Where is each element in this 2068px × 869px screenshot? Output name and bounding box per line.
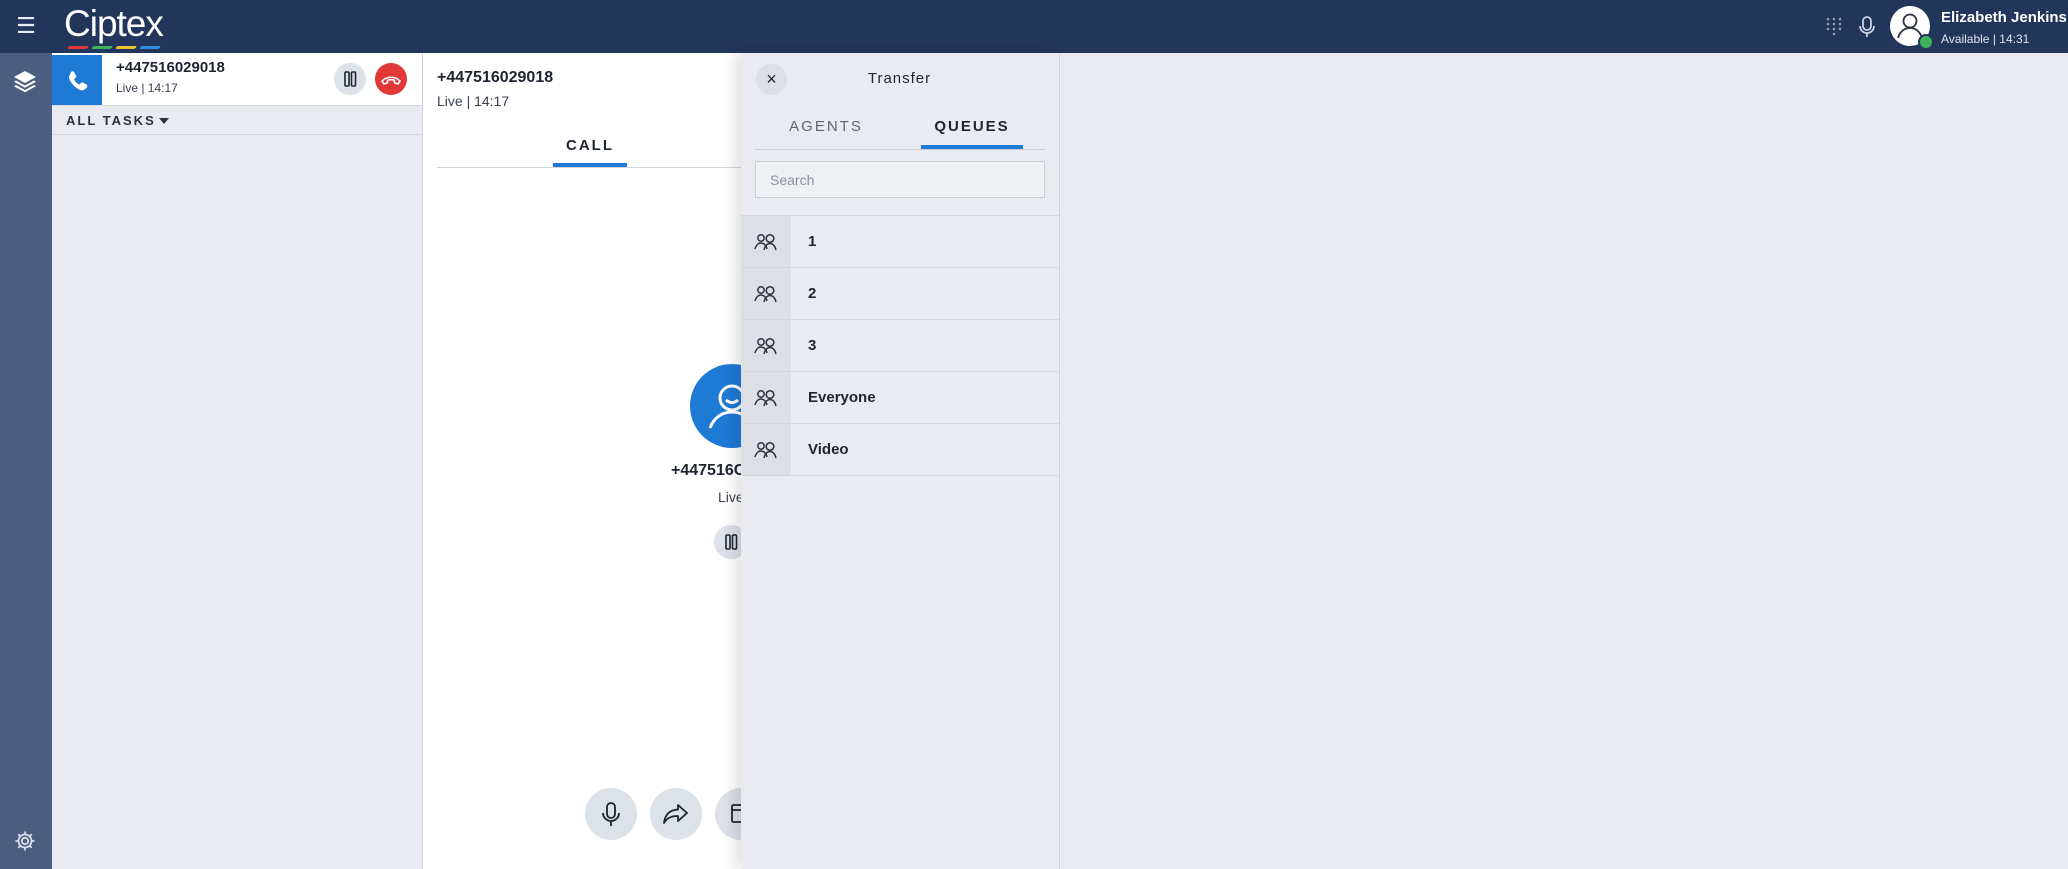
gear-icon[interactable] (13, 829, 37, 853)
logo-stripe (91, 46, 113, 49)
caller-number: +447516C (671, 462, 746, 479)
task-item[interactable] (52, 53, 422, 106)
tab-agents[interactable]: AGENTS (770, 118, 882, 135)
queue-label: Everyone (808, 389, 876, 406)
hangup-button[interactable] (375, 63, 407, 95)
pause-icon (344, 71, 357, 87)
queue-icon-cell (741, 424, 791, 475)
phone-icon (68, 71, 88, 91)
queue-icon-cell (741, 320, 791, 371)
queue-item-video[interactable]: Video (741, 423, 1059, 476)
mute-button[interactable] (585, 788, 637, 840)
layers-icon[interactable] (12, 68, 38, 94)
status-available-dot (1918, 34, 1934, 50)
workspace-empty-area (1060, 53, 2068, 869)
task-number: +447516029018 (116, 59, 225, 76)
hold-button[interactable] (334, 63, 366, 95)
dialpad-grid-icon[interactable] (1824, 16, 1844, 36)
group-icon (754, 337, 777, 354)
group-icon (754, 233, 777, 250)
call-number: +447516029018 (437, 69, 554, 86)
user-name: Elizabeth Jenkins (1941, 9, 2067, 26)
queue-item-3[interactable]: 3 (741, 319, 1059, 371)
search-input[interactable] (755, 161, 1045, 198)
chevron-down-icon[interactable] (159, 118, 169, 124)
task-list-panel (52, 53, 423, 869)
tab-call[interactable]: CALL (553, 137, 627, 154)
hangup-icon (381, 76, 401, 85)
queue-label: 3 (808, 337, 817, 354)
user-status: Available | 14:31 (1941, 32, 2030, 46)
tab-queues[interactable]: QUEUES (921, 118, 1023, 135)
logo-stripe (67, 46, 89, 49)
transfer-title: Transfer (867, 70, 932, 87)
queue-item-1[interactable]: 1 (741, 215, 1059, 267)
call-status: Live | 14:17 (437, 93, 510, 109)
task-channel-indicator (52, 55, 102, 105)
left-nav (0, 53, 52, 869)
queue-item-everyone[interactable]: Everyone (741, 371, 1059, 423)
tab-divider (755, 149, 1045, 150)
logo-text: Ciptex (64, 3, 164, 44)
queue-list: 1 2 3 Everyone Video (741, 215, 1059, 476)
queue-icon-cell (741, 268, 791, 319)
caller-status: Live (718, 489, 744, 505)
group-icon (754, 285, 777, 302)
call-panel (423, 53, 741, 869)
app-logo: Ciptex (64, 2, 164, 50)
queue-icon-cell (741, 372, 791, 423)
group-icon (754, 441, 777, 458)
active-tab-indicator (921, 145, 1023, 149)
hamburger-icon[interactable]: ☰ (15, 13, 37, 39)
queue-label: 2 (808, 285, 817, 302)
mic-icon[interactable] (1857, 15, 1877, 39)
group-icon (754, 389, 777, 406)
logo-stripe (115, 46, 137, 49)
mic-icon (602, 802, 620, 826)
tab-divider (437, 167, 741, 168)
all-tasks-label: ALL TASKS (66, 113, 156, 128)
forward-icon (663, 804, 688, 824)
top-bar (0, 0, 2068, 53)
queue-label: Video (808, 441, 849, 458)
close-icon[interactable]: × (756, 64, 787, 95)
active-tab-indicator (553, 163, 627, 167)
transfer-button[interactable] (650, 788, 702, 840)
queue-icon-cell (741, 216, 791, 267)
queue-label: 1 (808, 233, 817, 250)
queue-item-2[interactable]: 2 (741, 267, 1059, 319)
task-status: Live | 14:17 (116, 81, 178, 95)
logo-stripe (139, 46, 161, 49)
